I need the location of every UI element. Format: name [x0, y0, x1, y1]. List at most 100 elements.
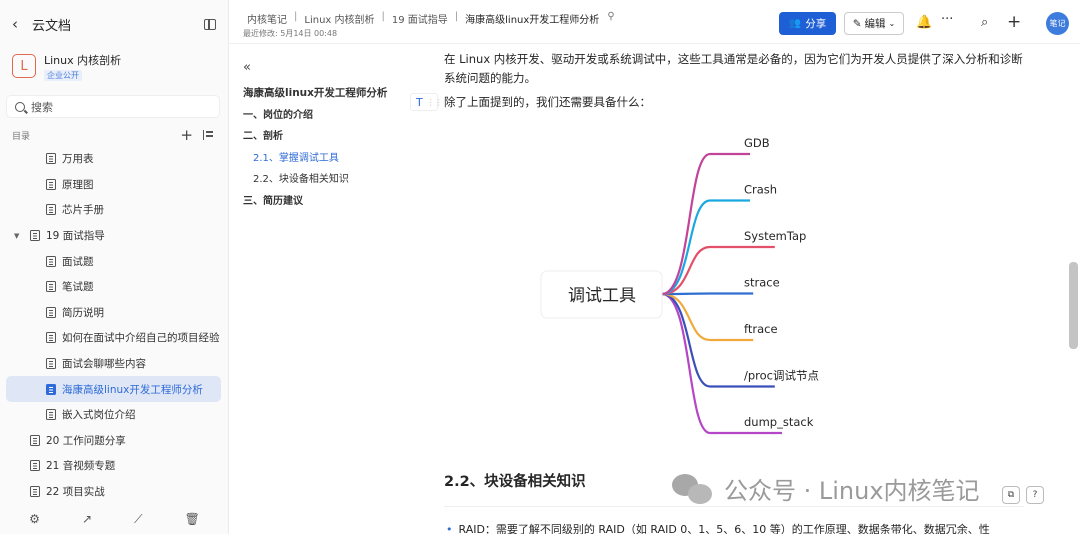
mindmap: 调试工具 GDB Crash SystemTap strace ftrace/proc调… [540, 136, 819, 435]
document-icon [46, 153, 56, 165]
scrollbar[interactable] [1069, 262, 1078, 349]
tree-list-icon[interactable] [203, 130, 214, 140]
mindmap-node-label[interactable]: GDB [744, 136, 770, 150]
pencil-icon: ✎ [852, 17, 862, 30]
wechat-logo-icon [672, 472, 714, 506]
outline-item[interactable]: 一、岗位的介绍 [243, 105, 413, 127]
sidebar-item-label: 如何在面试中介绍自己的项目经验 [62, 332, 220, 345]
sidebar-item[interactable]: 原理图 [6, 172, 221, 198]
edit-button[interactable]: ✎ 编辑 ⌄ [844, 12, 904, 35]
sidebar-item[interactable]: 芯片手册 [6, 197, 221, 223]
toc-header: 目录 + [12, 126, 214, 144]
kb-badge: 企业公开 [44, 70, 82, 81]
breadcrumb-item[interactable]: Linux 内核剖析 [304, 11, 374, 26]
paragraph: 除了上面提到的，我们还需要具备什么： [444, 95, 651, 109]
search-icon[interactable]: ⌕ [981, 15, 988, 30]
bell-icon[interactable]: 🔔 [916, 15, 932, 30]
document-icon [46, 306, 56, 318]
text-format-icon[interactable]: T ⋮⋮ [410, 93, 443, 111]
doc-outline: « 海康高级linux开发工程师分析 一、岗位的介绍 二、剖析 2.1、掌握调试工具… [243, 60, 413, 212]
sidebar-item[interactable]: 万用表 [6, 146, 221, 172]
sidebar-item-label: 面试题 [62, 255, 94, 268]
breadcrumb: 内核笔记 | Linux 内核剖析 | 19 面试指导 | 海康高级linux开发工程… [247, 11, 615, 26]
trash-icon[interactable]: 🗑 [185, 512, 200, 526]
back-chevron-icon[interactable]: ‹ [12, 15, 28, 33]
chart-icon[interactable]: ⟋ [134, 512, 142, 527]
document-icon [46, 281, 56, 293]
share-icon[interactable]: ↗ [82, 512, 92, 526]
breadcrumb-item[interactable]: 内核笔记 [247, 11, 287, 26]
sidebar-item-label: 简历说明 [62, 306, 104, 319]
document-icon [46, 178, 56, 190]
settings-icon[interactable]: ⚙ [29, 512, 40, 526]
sidebar-item[interactable]: 面试会聊哪些内容 [6, 351, 221, 377]
outline-title[interactable]: 海康高级linux开发工程师分析 [243, 83, 413, 105]
share-button[interactable]: 👥 分享 [779, 12, 836, 35]
document-icon [46, 332, 56, 344]
caret-down-icon[interactable]: ▼ [14, 232, 24, 240]
collapse-sidebar-icon[interactable] [204, 18, 216, 30]
help-icon[interactable]: ? [1026, 486, 1044, 504]
avatar[interactable]: 笔记 [1046, 12, 1069, 35]
breadcrumb-current: 海康高级linux开发工程师分析 [465, 15, 600, 26]
sidebar: ‹ 云文档 L Linux 内核剖析 企业公开 搜索 目录 + 万用表原理图芯片… [0, 0, 229, 534]
sidebar-item[interactable]: 如何在面试中介绍自己的项目经验 [6, 325, 221, 351]
sidebar-item[interactable]: 面试题 [6, 248, 221, 274]
top-header: 内核笔记 | Linux 内核剖析 | 19 面试指导 | 海康高级linux开发工程… [229, 0, 1080, 44]
sidebar-item[interactable]: 21 音视频专题 [6, 453, 221, 479]
outline-item[interactable]: 2.1、掌握调试工具 [243, 148, 413, 170]
sidebar-header: ‹ 云文档 [12, 14, 216, 34]
paragraph: 在 Linux 内核开发、驱动开发或系统调试中，这些工具通常是必备的，因为它们为… [444, 52, 1023, 85]
document-icon [46, 409, 56, 421]
share-label: 分享 [805, 18, 827, 30]
sidebar-item[interactable]: 笔试题 [6, 274, 221, 300]
bullet-item: RAID：需要了解不同级别的 RAID（如 RAID 0、1、5、6、10 等）… [446, 521, 990, 534]
add-icon[interactable]: + [1007, 12, 1021, 32]
mindmap-node-label[interactable]: /proc调试节点 [744, 369, 819, 383]
outline-item[interactable]: 二、剖析 [243, 126, 413, 148]
sidebar-item-label: 芯片手册 [62, 204, 104, 217]
doc-content: 在 Linux 内核开发、驱动开发或系统调试中，这些工具通常是必备的，因为它们为… [444, 50, 1034, 112]
toc-label: 目录 [12, 131, 31, 142]
mindmap-node-label[interactable]: dump_stack [744, 415, 814, 429]
search-placeholder: 搜索 [31, 100, 53, 114]
more-icon[interactable]: ··· [941, 12, 953, 27]
mindmap-node-label[interactable]: Crash [744, 183, 777, 197]
outline-item[interactable]: 2.2、块设备相关知识 [243, 169, 413, 191]
outline-item[interactable]: 三、简历建议 [243, 191, 413, 213]
pin-icon[interactable]: ⚲ [607, 11, 614, 26]
sidebar-item[interactable]: ▼ 19 面试指导 [6, 223, 221, 249]
watermark: 公众号 · Linux内核笔记 [672, 471, 980, 506]
document-icon [46, 204, 56, 216]
mindmap-root-label: 调试工具 [568, 286, 636, 306]
sidebar-item[interactable]: 简历说明 [6, 300, 221, 326]
mindmap-branch-line [661, 292, 782, 435]
mindmap-node-label[interactable]: SystemTap [744, 229, 806, 243]
sidebar-item[interactable]: 嵌入式岗位介绍 [6, 402, 221, 428]
sidebar-item-label: 万用表 [62, 153, 94, 166]
document-icon [46, 255, 56, 267]
collapse-outline-icon[interactable]: « [243, 60, 413, 75]
app-window: ‹ 云文档 L Linux 内核剖析 企业公开 搜索 目录 + 万用表原理图芯片… [0, 0, 1080, 534]
sidebar-search-input[interactable]: 搜索 [6, 95, 220, 118]
sidebar-item[interactable]: 20 工作问题分享 [6, 428, 221, 454]
sidebar-item[interactable]: 22 项目实战 [6, 479, 221, 505]
document-icon [30, 230, 40, 242]
document-icon [46, 358, 56, 370]
copy-icon[interactable]: ⧉ [1002, 486, 1020, 504]
add-icon[interactable]: + [180, 126, 193, 144]
sidebar-item-label: 笔试题 [62, 281, 94, 294]
mindmap-node-label[interactable]: ftrace [744, 322, 778, 336]
float-buttons: ⧉ ? [996, 486, 1044, 504]
sidebar-item[interactable]: 海康高级linux开发工程师分析 [6, 376, 221, 402]
breadcrumb-item[interactable]: 19 面试指导 [392, 11, 448, 26]
sidebar-item-label: 21 音视频专题 [46, 460, 116, 473]
divider [444, 506, 1024, 507]
doc-tree: 万用表原理图芯片手册 ▼ 19 面试指导面试题笔试题简历说明如何在面试中介绍自己的项… [0, 146, 229, 504]
back-label[interactable]: 云文档 [32, 15, 71, 34]
users-icon: 👥 [788, 18, 802, 29]
search-icon [15, 101, 25, 112]
sidebar-item-label: 原理图 [62, 178, 94, 191]
mindmap-node-label[interactable]: strace [744, 276, 780, 290]
knowledge-base-header[interactable]: L Linux 内核剖析 企业公开 [12, 54, 121, 82]
